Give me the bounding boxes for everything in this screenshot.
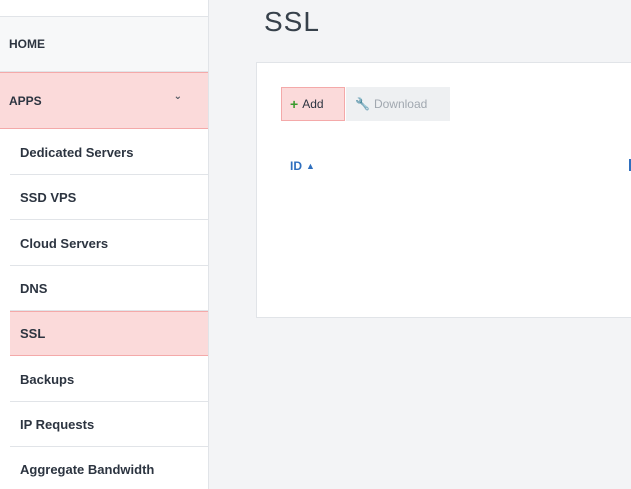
sidebar-item-ip-requests[interactable]: IP Requests <box>10 402 208 447</box>
sort-ascending-icon: ▲ <box>306 161 315 171</box>
wrench-icon: 🔧 <box>355 97 370 111</box>
plus-icon: + <box>290 96 299 112</box>
add-button-label: Add <box>302 97 324 111</box>
sidebar-item-aggregate-bandwidth[interactable]: Aggregate Bandwidth <box>10 447 208 489</box>
sidebar-item-cloud-servers[interactable]: Cloud Servers <box>10 221 208 266</box>
sidebar-item-label: Aggregate Bandwidth <box>20 461 155 477</box>
sidebar-item-label: IP Requests <box>20 416 95 432</box>
column-header-label: ID <box>290 159 302 173</box>
sidebar-item-backups[interactable]: Backups <box>10 357 208 402</box>
chevron-down-icon: ⌄ <box>173 91 182 102</box>
sidebar-item-dedicated-servers[interactable]: Dedicated Servers <box>10 130 208 175</box>
page-title: SSL <box>264 6 320 37</box>
sidebar-item-label: SSD VPS <box>20 189 77 205</box>
sidebar: HOME APPS ⌄ Dedicated Servers SSD VPS Cl… <box>0 0 209 489</box>
sidebar-top-strip <box>0 0 208 17</box>
add-button[interactable]: + Add <box>281 87 345 121</box>
download-button[interactable]: 🔧 Download <box>346 87 450 121</box>
sidebar-item-label: APPS <box>9 93 42 108</box>
sidebar-item-label: SSL <box>20 326 46 341</box>
sidebar-item-dns[interactable]: DNS <box>10 266 208 311</box>
sidebar-item-label: DNS <box>20 280 48 296</box>
app-window: HOME APPS ⌄ Dedicated Servers SSD VPS Cl… <box>0 0 631 489</box>
ssl-panel: + Add 🔧 Download ID ▲ <box>256 62 631 318</box>
sidebar-item-label: Backups <box>20 371 75 387</box>
sidebar-item-label: HOME <box>9 37 45 51</box>
sidebar-item-ssl[interactable]: SSL <box>10 311 208 356</box>
column-header-id[interactable]: ID ▲ <box>290 159 315 173</box>
sidebar-item-apps[interactable]: APPS ⌄ <box>0 72 208 129</box>
sidebar-item-home[interactable]: HOME <box>0 17 208 72</box>
download-button-label: Download <box>373 97 428 111</box>
sidebar-item-label: Cloud Servers <box>20 235 109 251</box>
sidebar-item-ssd-vps[interactable]: SSD VPS <box>10 175 208 220</box>
sidebar-item-label: Dedicated Servers <box>20 144 134 160</box>
